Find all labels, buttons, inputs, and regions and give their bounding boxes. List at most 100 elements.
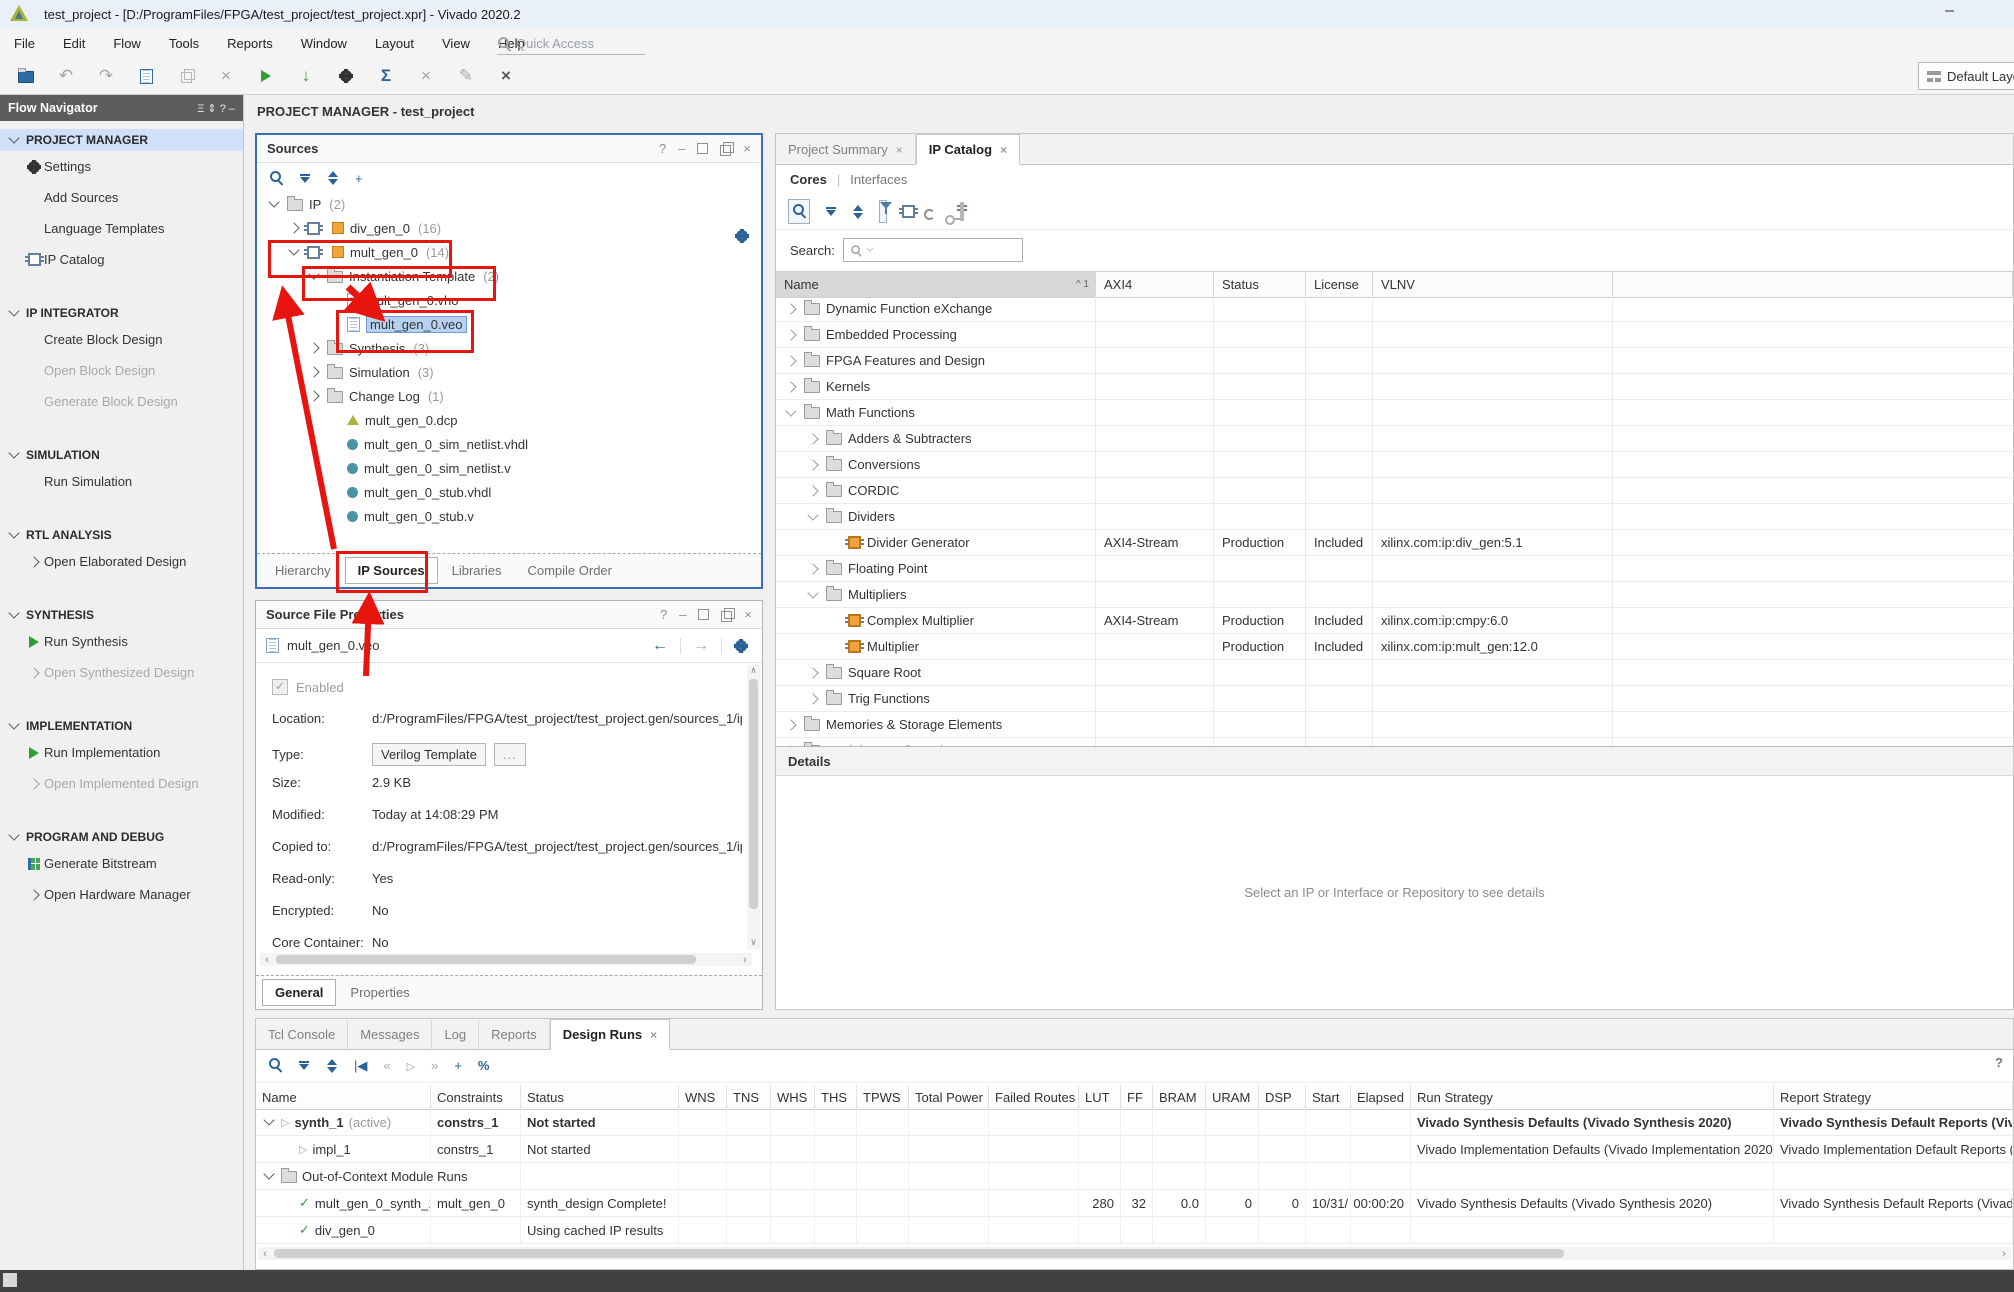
catalog-row-adders---subtracters[interactable]: Adders & Subtracters — [776, 426, 2013, 452]
run-row-impl_1[interactable]: ▷impl_1constrs_1Not startedVivado Implem… — [256, 1136, 2013, 1163]
runs-column-start[interactable]: Start — [1306, 1085, 1351, 1109]
flow-section-rtl-analysis[interactable]: RTL ANALYSIS — [0, 524, 243, 546]
step-forward-icon[interactable]: » — [431, 1058, 438, 1073]
scroll-right-icon[interactable]: › — [1997, 1248, 2011, 1260]
sources-tab-libraries[interactable]: Libraries — [440, 558, 514, 583]
expand-all-icon[interactable] — [327, 171, 339, 185]
quick-access-search[interactable]: Quick Access — [497, 32, 645, 55]
flow-section-simulation[interactable]: SIMULATION — [0, 444, 243, 466]
default-layout-button[interactable]: Default Layout — [1918, 62, 2014, 90]
source-item-mult_gen_0_stub-vhdl[interactable]: mult_gen_0_stub.vhdl — [257, 480, 761, 504]
flow-item-generate-bitstream[interactable]: Generate Bitstream — [0, 848, 243, 879]
catalog-row-dynamic-function-exchange[interactable]: Dynamic Function eXchange — [776, 296, 2013, 322]
bottom-tab-messages[interactable]: Messages — [348, 1020, 432, 1049]
scroll-left-icon[interactable]: ‹ — [258, 1248, 272, 1260]
step-back-icon[interactable]: « — [383, 1058, 390, 1073]
help-icon[interactable]: ? — [659, 141, 666, 156]
delete-icon[interactable]: × — [216, 66, 236, 86]
catalog-row-multiplier[interactable]: MultiplierProductionIncludedxilinx.com:i… — [776, 634, 2013, 660]
interfaces-link[interactable]: Interfaces — [850, 172, 907, 187]
catalog-row-fpga-features-and-design[interactable]: FPGA Features and Design — [776, 348, 2013, 374]
minimize-icon[interactable]: – — [679, 607, 686, 622]
flow-item-run-simulation[interactable]: Run Simulation — [0, 466, 243, 497]
runs-column-ff[interactable]: FF — [1121, 1085, 1153, 1109]
flow-item-ip-catalog[interactable]: IP Catalog — [0, 244, 243, 275]
save-file-icon[interactable] — [136, 66, 156, 86]
scroll-up-icon[interactable]: ∧ — [747, 665, 760, 677]
edit-icon[interactable]: ✎ — [456, 66, 476, 86]
source-item-mult_gen_0[interactable]: mult_gen_0(14) — [257, 240, 761, 264]
run-row-synth_1[interactable]: ▷synth_1(active)constrs_1Not startedViva… — [256, 1109, 2013, 1136]
menu-layout[interactable]: Layout — [361, 36, 428, 51]
float-icon[interactable] — [720, 145, 731, 156]
column-header-license[interactable]: License — [1306, 272, 1373, 297]
catalog-row-divider-generator[interactable]: Divider GeneratorAXI4-StreamProductionIn… — [776, 530, 2013, 556]
flow-item-settings[interactable]: Settings — [0, 151, 243, 182]
search-icon[interactable] — [788, 199, 810, 224]
flow-item-create-block-design[interactable]: Create Block Design — [0, 324, 243, 355]
source-item-div_gen_0[interactable]: div_gen_0(16) — [257, 216, 761, 240]
source-item-mult_gen_0-vho[interactable]: mult_gen_0.vho — [257, 288, 761, 312]
runs-column-tpws[interactable]: TPWS — [857, 1085, 909, 1109]
source-item-simulation[interactable]: Simulation(3) — [257, 360, 761, 384]
source-item-synthesis[interactable]: Synthesis(3) — [257, 336, 761, 360]
maximize-icon[interactable] — [698, 609, 709, 620]
column-header-status[interactable]: Status — [1214, 272, 1306, 297]
source-item-mult_gen_0_stub-v[interactable]: mult_gen_0_stub.v — [257, 504, 761, 528]
catalog-row-dividers[interactable]: Dividers — [776, 504, 2013, 530]
runs-column-run-strategy[interactable]: Run Strategy — [1411, 1085, 1774, 1109]
catalog-search-input[interactable] — [843, 238, 1023, 262]
source-item-mult_gen_0-veo[interactable]: mult_gen_0.veo — [257, 312, 761, 336]
more-button[interactable]: ... — [494, 743, 526, 766]
percent-icon[interactable]: % — [478, 1058, 490, 1073]
column-header-name[interactable]: Name^ 1 — [776, 272, 1096, 297]
bottom-tab-tcl-console[interactable]: Tcl Console — [256, 1020, 348, 1049]
bottom-tab-design-runs[interactable]: Design Runs× — [550, 1019, 670, 1050]
add-sources-icon[interactable]: + — [355, 171, 363, 186]
close-icon[interactable]: × — [744, 607, 752, 622]
runs-column-dsp[interactable]: DSP — [1259, 1085, 1306, 1109]
catalog-row-floating-point[interactable]: Floating Point — [776, 556, 2013, 582]
flow-section-program-and-debug[interactable]: PROGRAM AND DEBUG — [0, 826, 243, 848]
run-icon[interactable] — [256, 66, 276, 86]
scroll-right-icon[interactable]: › — [738, 954, 752, 966]
play-icon[interactable]: ▷ — [407, 1058, 415, 1073]
forward-arrow-icon[interactable]: → — [693, 637, 709, 655]
catalog-row-square-root[interactable]: Square Root — [776, 660, 2013, 686]
flow-section-implementation[interactable]: IMPLEMENTATION — [0, 715, 243, 737]
tab-ip-catalog[interactable]: IP Catalog× — [916, 134, 1020, 165]
search-icon[interactable] — [268, 1057, 282, 1074]
flow-item-open-elaborated-design[interactable]: Open Elaborated Design — [0, 546, 243, 577]
catalog-row-conversions[interactable]: Conversions — [776, 452, 2013, 478]
runs-column-report-strategy[interactable]: Report Strategy — [1774, 1085, 2013, 1109]
search-icon[interactable] — [269, 170, 283, 187]
run-row-out-of-context-module-runs[interactable]: Out-of-Context Module Runs — [256, 1163, 2013, 1190]
catalog-row-memories---storage-elements[interactable]: Memories & Storage Elements — [776, 712, 2013, 738]
scroll-left-icon[interactable]: ‹ — [260, 954, 274, 966]
sources-tab-hierarchy[interactable]: Hierarchy — [263, 558, 343, 583]
flow-section-synthesis[interactable]: SYNTHESIS — [0, 604, 243, 626]
tab-project-summary[interactable]: Project Summary× — [776, 135, 916, 164]
catalog-row-multipliers[interactable]: Multipliers — [776, 582, 2013, 608]
catalog-row-math-functions[interactable]: Math Functions — [776, 400, 2013, 426]
copy-icon[interactable] — [176, 66, 196, 86]
expand-all-icon[interactable] — [852, 205, 864, 219]
add-run-icon[interactable]: + — [454, 1058, 462, 1073]
bottom-tab-reports[interactable]: Reports — [479, 1020, 550, 1049]
generate-ip-icon[interactable] — [960, 204, 964, 219]
undo-icon[interactable]: ↶ — [56, 66, 76, 86]
sources-tab-compile-order[interactable]: Compile Order — [515, 558, 624, 583]
source-item-mult_gen_0_sim_netlist-v[interactable]: mult_gen_0_sim_netlist.v — [257, 456, 761, 480]
runs-horizontal-scrollbar[interactable]: ‹ › — [258, 1247, 2011, 1260]
menu-window[interactable]: Window — [287, 36, 361, 51]
minimize-icon[interactable]: – — [678, 141, 685, 156]
runs-column-tns[interactable]: TNS — [727, 1085, 771, 1109]
catalog-row-embedded-processing[interactable]: Embedded Processing — [776, 322, 2013, 348]
source-item-ip[interactable]: IP(2) — [257, 192, 761, 216]
properties-vertical-scrollbar[interactable]: ∧ ∨ — [747, 665, 760, 949]
flow-navigator-collapse-icon[interactable]: Ξ ⇕ ? – — [197, 102, 235, 115]
properties-horizontal-scrollbar[interactable]: ‹ › — [260, 953, 752, 966]
enabled-checkbox[interactable]: ✓ — [272, 679, 288, 695]
runs-column-bram[interactable]: BRAM — [1153, 1085, 1206, 1109]
properties-tab-properties[interactable]: Properties — [338, 980, 421, 1005]
